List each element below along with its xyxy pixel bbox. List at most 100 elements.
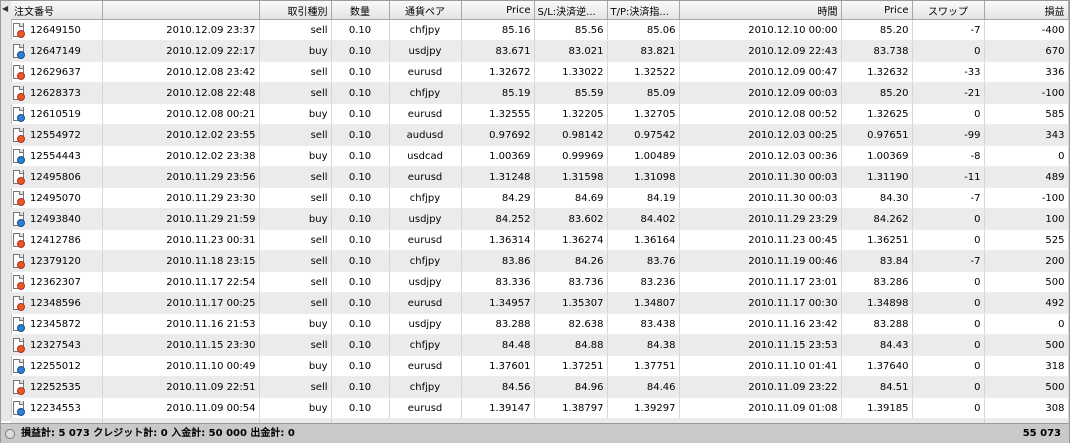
lots-cell-text: 0.10 xyxy=(348,66,372,78)
type-cell-text: sell xyxy=(310,129,328,141)
open-price-cell: 85.16 xyxy=(461,19,535,41)
table-row[interactable]: 12412786 2010.11.23 00:31 sell 0.10 eurusd 1.… xyxy=(11,229,1069,251)
lots-cell: 0.10 xyxy=(331,334,390,356)
close-price-cell-text: 84.51 xyxy=(879,381,909,393)
open-price-cell: 84.252 xyxy=(461,208,535,230)
table-row[interactable]: 12348596 2010.11.17 00:25 sell 0.10 eurusd 1.… xyxy=(11,292,1069,314)
symbol-cell-text: eurusd xyxy=(407,171,443,183)
table-row[interactable]: 12345872 2010.11.16 21:53 buy 0.10 usdjpy 83.… xyxy=(11,313,1069,335)
col-price-header[interactable]: Price xyxy=(461,1,535,20)
type-cell-text: buy xyxy=(308,45,328,57)
col-sl-header[interactable]: S/L:決済逆... xyxy=(534,1,608,20)
table-row[interactable]: 12379120 2010.11.18 23:15 sell 0.10 chfjpy 83… xyxy=(11,250,1069,272)
close-price-cell: 1.39185 xyxy=(841,397,913,419)
sl-cell: 1.37251 xyxy=(534,355,608,377)
open-time-cell: 2010.12.08 22:48 xyxy=(102,82,260,104)
profit-cell: 100 xyxy=(984,208,1069,230)
col-close-price-header[interactable]: Price xyxy=(841,1,913,20)
ticket-cell-text: 12412786 xyxy=(30,235,81,246)
swap-cell: -7 xyxy=(912,250,985,272)
tp-cell-text: 83.821 xyxy=(640,45,676,57)
table-row[interactable]: 12554443 2010.12.02 23:38 buy 0.10 usdcad 1.0… xyxy=(11,145,1069,167)
col-type-header[interactable]: 取引種別 xyxy=(259,1,332,20)
table-row[interactable]: 12649150 2010.12.09 23:37 sell 0.10 chfjpy 85… xyxy=(11,19,1069,41)
table-row[interactable]: 12362307 2010.11.17 22:54 sell 0.10 usdjpy 83… xyxy=(11,271,1069,293)
swap-cell-text: -7 xyxy=(970,192,981,204)
col-close-time-header[interactable]: 時間 xyxy=(679,1,842,20)
col-ticket-header[interactable]: 注文番号 xyxy=(11,1,103,20)
symbol-cell-text: eurusd xyxy=(407,360,443,372)
close-price-cell: 83.288 xyxy=(841,313,913,335)
col-lots-header[interactable]: 数量 xyxy=(331,1,390,20)
open-price-cell: 84.56 xyxy=(461,376,535,398)
tp-cell: 83.438 xyxy=(607,313,680,335)
table-row[interactable]: 12495070 2010.11.29 23:30 sell 0.10 chfjpy 84… xyxy=(11,187,1069,209)
swap-cell-text: -11 xyxy=(964,171,981,183)
open-time-cell: 2010.11.16 21:53 xyxy=(102,313,260,335)
tp-cell: 84.38 xyxy=(607,334,680,356)
sl-cell: 83.021 xyxy=(534,40,608,62)
open-time-cell-text: 2010.11.10 00:49 xyxy=(166,360,256,372)
close-time-cell: 2010.12.09 22:43 xyxy=(679,40,842,62)
lots-cell: 0.10 xyxy=(331,292,390,314)
sl-cell: 1.33022 xyxy=(534,61,608,83)
sl-cell: 1.31598 xyxy=(534,166,608,188)
ticket-cell-text: 12255012 xyxy=(30,361,81,372)
close-price-cell-text: 85.20 xyxy=(879,24,909,36)
col-swap-header[interactable]: スワップ xyxy=(912,1,985,20)
sl-cell-text: 84.69 xyxy=(574,192,604,204)
profit-cell-text: -100 xyxy=(1041,87,1065,99)
table-row[interactable]: 12255012 2010.11.10 00:49 buy 0.10 eurusd 1.3… xyxy=(11,355,1069,377)
table-row[interactable]: 12628373 2010.12.08 22:48 sell 0.10 chfjpy 85… xyxy=(11,82,1069,104)
symbol-cell: eurusd xyxy=(389,103,462,125)
col-profit-header[interactable]: 損益 xyxy=(984,1,1069,20)
symbol-cell: eurusd xyxy=(389,61,462,83)
sl-cell: 83.602 xyxy=(534,208,608,230)
col-open-time-header[interactable] xyxy=(102,1,260,20)
open-time-cell: 2010.12.08 23:42 xyxy=(102,61,260,83)
lots-cell: 0.10 xyxy=(331,397,390,419)
table-row[interactable]: 12647149 2010.12.09 22:17 buy 0.10 usdjpy 83.… xyxy=(11,40,1069,62)
table-row[interactable]: 12252535 2010.11.09 22:51 sell 0.10 chfjpy 84… xyxy=(11,376,1069,398)
close-time-cell: 2010.12.03 00:25 xyxy=(679,124,842,146)
table-row[interactable]: 12610519 2010.12.08 00:21 buy 0.10 eurusd 1.3… xyxy=(11,103,1069,125)
table-row[interactable]: 12629637 2010.12.08 23:42 sell 0.10 eurusd 1.… xyxy=(11,61,1069,83)
close-price-cell: 85.20 xyxy=(841,19,913,41)
open-time-cell-text: 2010.11.29 23:56 xyxy=(166,171,256,183)
lots-cell-text: 0.10 xyxy=(348,318,372,330)
col-tp-header[interactable]: T/P:決済指... xyxy=(607,1,680,20)
open-time-cell: 2010.12.09 22:17 xyxy=(102,40,260,62)
close-price-cell: 1.31190 xyxy=(841,166,913,188)
open-price-cell: 0.97692 xyxy=(461,124,535,146)
table-row[interactable]: 12327543 2010.11.15 23:30 sell 0.10 chfjpy 84… xyxy=(11,334,1069,356)
swap-cell: 0 xyxy=(912,355,985,377)
type-cell: sell xyxy=(259,166,332,188)
open-time-cell: 2010.11.29 23:56 xyxy=(102,166,260,188)
lots-cell-text: 0.10 xyxy=(348,255,372,267)
type-cell: buy xyxy=(259,103,332,125)
close-price-cell: 85.20 xyxy=(841,82,913,104)
swap-cell-text: 0 xyxy=(974,381,981,393)
symbol-cell-text: chfjpy xyxy=(409,339,441,351)
profit-cell-text: 500 xyxy=(1045,381,1065,393)
profit-cell-text: 500 xyxy=(1045,339,1065,351)
tp-cell: 1.37751 xyxy=(607,355,680,377)
symbol-cell-text: eurusd xyxy=(407,297,443,309)
sl-cell: 1.32205 xyxy=(534,103,608,125)
sl-cell: 83.736 xyxy=(534,271,608,293)
col-symbol-header[interactable]: 通貨ペア xyxy=(389,1,462,20)
tp-cell-text: 1.36164 xyxy=(634,234,676,246)
table-row[interactable]: 12554972 2010.12.02 23:55 sell 0.10 audusd 0.… xyxy=(11,124,1069,146)
table-row[interactable]: 12493840 2010.11.29 21:59 buy 0.10 usdjpy 84.… xyxy=(11,208,1069,230)
sell-icon xyxy=(13,23,25,38)
table-row[interactable]: 12495806 2010.11.29 23:56 sell 0.10 eurusd 1.… xyxy=(11,166,1069,188)
swap-cell: 0 xyxy=(912,40,985,62)
ticket-cell-text: 12495070 xyxy=(30,193,81,204)
close-price-cell-text: 1.34898 xyxy=(867,297,909,309)
open-time-cell: 2010.11.29 23:30 xyxy=(102,187,260,209)
table-row[interactable]: 12234553 2010.11.09 00:54 buy 0.10 eurusd 1.3… xyxy=(11,397,1069,419)
swap-cell-text: 0 xyxy=(974,213,981,225)
lots-cell-text: 0.10 xyxy=(348,129,372,141)
symbol-cell-text: usdjpy xyxy=(408,45,442,57)
collapse-arrow-icon[interactable]: ◀ xyxy=(2,4,8,13)
